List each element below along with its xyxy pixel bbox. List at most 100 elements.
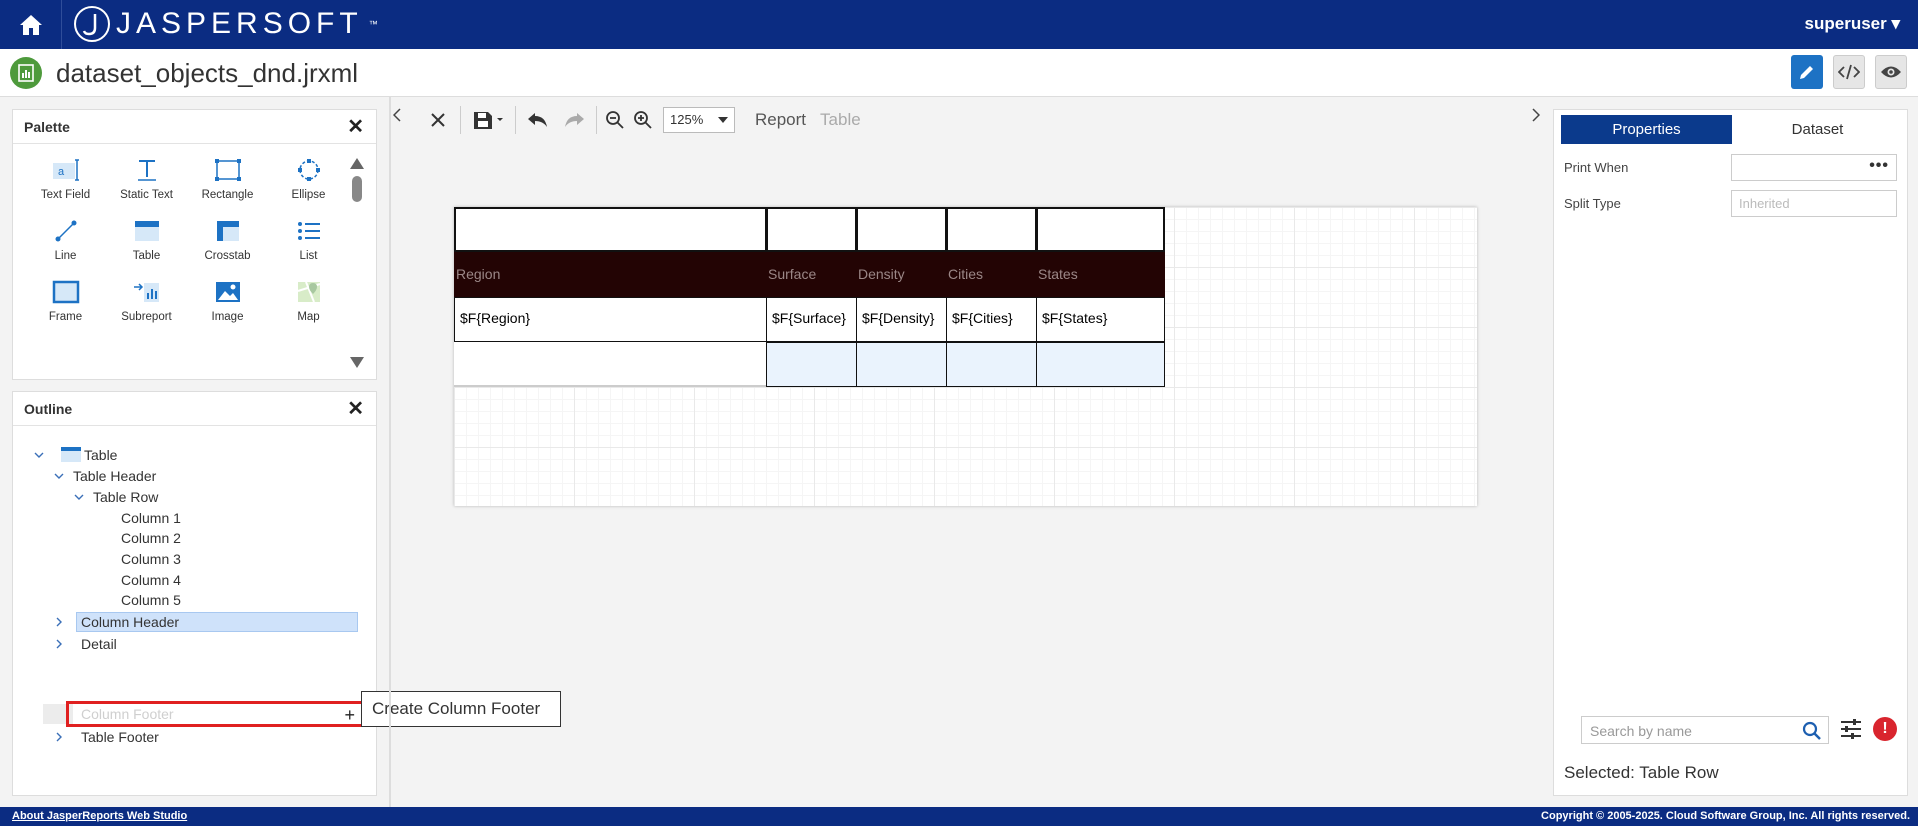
undo-button[interactable] <box>520 104 556 136</box>
tree-node-column-5[interactable]: Column 5 <box>121 590 181 610</box>
tree-node-label: Column 2 <box>121 530 181 546</box>
preview-mode-button[interactable] <box>1875 55 1907 89</box>
text-field-icon: a <box>52 159 79 181</box>
column-header-states[interactable]: States <box>1036 252 1165 297</box>
redo-icon <box>565 113 584 127</box>
tree-node-column-footer[interactable]: Column Footer + <box>66 701 364 727</box>
design-mode-button[interactable] <box>1791 55 1823 89</box>
collapse-left-panel-button[interactable] <box>392 106 401 127</box>
table-footer-cell[interactable] <box>856 342 947 387</box>
search-icon[interactable] <box>1802 721 1822 744</box>
palette-item-line[interactable]: Line <box>25 217 106 262</box>
detail-field-density[interactable]: $F{Density} <box>856 297 947 342</box>
source-mode-button[interactable] <box>1833 55 1865 89</box>
tree-node-column-2[interactable]: Column 2 <box>121 528 181 548</box>
tree-node-label: Table <box>84 447 118 463</box>
tree-node-column-3[interactable]: Column 3 <box>121 549 181 569</box>
chevron-right-icon[interactable] <box>53 727 65 747</box>
table-header-cell[interactable] <box>856 207 947 252</box>
tree-node-column-4[interactable]: Column 4 <box>121 570 181 590</box>
palette-item-text-field[interactable]: a Text Field <box>25 156 106 201</box>
palette-item-rectangle[interactable]: Rectangle <box>187 156 268 201</box>
eye-icon <box>1881 66 1901 78</box>
palette-item-map[interactable]: Map <box>268 278 349 323</box>
column-header-cities[interactable]: Cities <box>946 252 1036 297</box>
detail-field-region[interactable]: $F{Region} <box>454 297 767 342</box>
panel-splitter[interactable] <box>389 97 391 807</box>
copyright-text: Copyright © 2005-2025. Cloud Software Gr… <box>1541 810 1910 822</box>
tree-node-label: Detail <box>81 636 117 652</box>
user-menu[interactable]: superuser ▾ <box>1805 14 1900 34</box>
about-link[interactable]: About JasperReports Web Studio <box>12 810 187 822</box>
filter-settings-icon[interactable] <box>1839 717 1863 746</box>
table-header-cell[interactable] <box>1036 207 1165 252</box>
zoom-in-button[interactable] <box>629 104 657 136</box>
error-icon[interactable]: ! <box>1873 717 1897 741</box>
home-icon <box>19 14 42 35</box>
split-type-select[interactable]: Inherited <box>1731 190 1897 217</box>
table-header-cell[interactable] <box>766 207 857 252</box>
palette-item-frame[interactable]: Frame <box>25 278 106 323</box>
chevron-down-icon[interactable] <box>73 487 85 507</box>
column-header-surface[interactable]: Surface <box>766 252 856 297</box>
table-footer-cell[interactable] <box>946 342 1037 387</box>
table-header-cell[interactable] <box>454 207 767 252</box>
scroll-up-icon[interactable] <box>350 158 364 169</box>
map-icon <box>297 281 320 303</box>
column-header-density[interactable]: Density <box>856 252 946 297</box>
tab-properties[interactable]: Properties <box>1561 115 1732 144</box>
print-when-field[interactable]: ••• <box>1731 154 1897 181</box>
detail-field-surface[interactable]: $F{Surface} <box>766 297 857 342</box>
tree-node-column-1[interactable]: Column 1 <box>121 508 181 528</box>
palette-item-image[interactable]: Image <box>187 278 268 323</box>
palette-item-static-text[interactable]: Static Text <box>106 156 187 201</box>
plus-icon[interactable]: + <box>344 706 355 724</box>
property-search-input[interactable]: Search by name <box>1581 716 1829 744</box>
chevron-right-icon <box>1532 108 1541 122</box>
scroll-down-icon[interactable] <box>350 357 364 368</box>
tree-node-label: Column Header <box>81 614 180 630</box>
detail-field-cities[interactable]: $F{Cities} <box>946 297 1037 342</box>
palette-scrollbar[interactable] <box>350 158 364 368</box>
frame-icon <box>52 280 79 304</box>
chevron-down-icon[interactable] <box>33 445 45 465</box>
close-icon[interactable]: ✕ <box>347 399 364 419</box>
palette-item-label: Rectangle <box>201 189 254 201</box>
palette-item-ellipse[interactable]: Ellipse <box>268 156 349 201</box>
close-editor-button[interactable] <box>420 104 456 136</box>
home-button[interactable] <box>0 0 62 49</box>
palette-item-list[interactable]: List <box>268 217 349 262</box>
close-icon[interactable]: ✕ <box>347 117 364 137</box>
table-header-cell[interactable] <box>946 207 1037 252</box>
jaspersoft-logo: JASPERSOFT ™ <box>74 6 378 42</box>
palette-item-subreport[interactable]: Subreport <box>106 278 187 323</box>
chevron-down-icon[interactable] <box>53 466 65 486</box>
palette-grid: a Text Field Static Text Rectangle Ellip… <box>25 156 345 323</box>
palette-item-crosstab[interactable]: Crosstab <box>187 217 268 262</box>
tree-node-label: Table Row <box>93 489 159 505</box>
table-footer-cell[interactable] <box>454 342 766 387</box>
tab-dataset[interactable]: Dataset <box>1732 115 1903 144</box>
zoom-select[interactable]: 125% <box>663 107 735 133</box>
table-footer-cell[interactable] <box>1036 342 1165 387</box>
chevron-right-icon[interactable] <box>53 634 65 654</box>
static-text-icon <box>137 160 156 181</box>
report-canvas[interactable]: Region Surface Density Cities States $F{… <box>454 207 1477 506</box>
column-header-region[interactable]: Region <box>454 252 766 297</box>
breadcrumb-table[interactable]: Table <box>820 110 861 130</box>
palette-item-label: Map <box>297 311 320 323</box>
palette-item-table[interactable]: Table <box>106 217 187 262</box>
table-footer-cell[interactable] <box>766 342 857 387</box>
palette-item-label: Image <box>211 311 244 323</box>
detail-field-states[interactable]: $F{States} <box>1036 297 1165 342</box>
collapse-right-panel-button[interactable] <box>1532 106 1541 127</box>
save-menu-button[interactable] <box>465 104 511 136</box>
tree-node-label: Column 4 <box>121 572 181 588</box>
redo-button[interactable] <box>556 104 592 136</box>
chevron-right-icon[interactable] <box>53 612 65 632</box>
zoom-out-button[interactable] <box>601 104 629 136</box>
breadcrumb-report[interactable]: Report <box>755 110 806 130</box>
report-file-icon <box>10 57 42 89</box>
more-icon[interactable]: ••• <box>1869 157 1889 175</box>
scroll-thumb[interactable] <box>352 176 362 202</box>
